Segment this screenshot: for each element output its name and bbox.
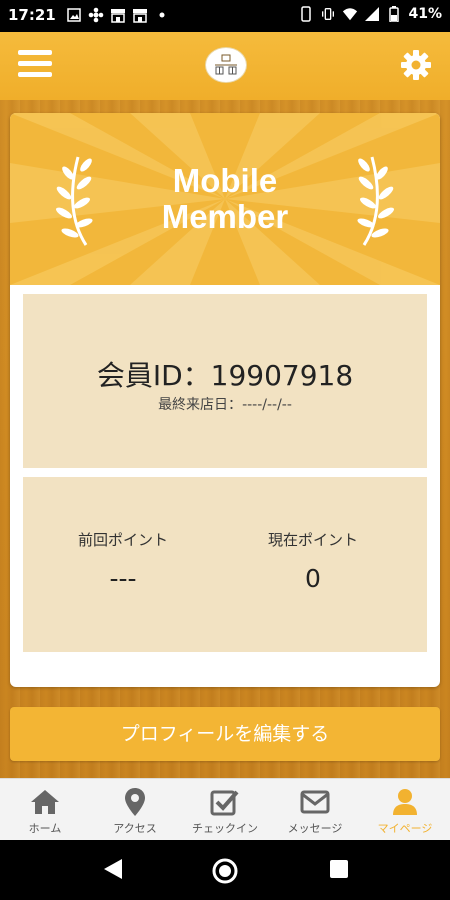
previous-points-label: 前回ポイント: [77, 531, 168, 549]
signal-icon: [364, 6, 380, 22]
current-points-label: 現在ポイント: [267, 531, 358, 549]
dot-icon: [154, 7, 170, 23]
current-points-value: 0: [305, 564, 321, 593]
member-id-panel: 会員ID：19907918 最終来店日：----/--/--: [23, 294, 427, 468]
battery-percent: 41%: [408, 6, 442, 22]
user-icon: [391, 787, 419, 817]
edit-profile-button[interactable]: プロフィールを編集する: [10, 707, 440, 761]
map-pin-icon: [124, 787, 146, 817]
points-panel: 前回ポイント --- 現在ポイント 0: [23, 477, 427, 652]
nav-label-checkin: チェックイン: [192, 822, 258, 835]
app-header: [0, 32, 450, 100]
member-id-row: 会員ID：19907918: [23, 354, 427, 394]
home-circle-icon[interactable]: [211, 857, 239, 889]
member-id-label: 会員ID：: [96, 359, 211, 392]
nav-item-checkin[interactable]: チェックイン: [180, 779, 270, 841]
current-points: 現在ポイント 0: [213, 529, 413, 593]
previous-points-value: ---: [109, 564, 137, 593]
gear-icon[interactable]: [400, 49, 432, 81]
hamburger-menu-icon[interactable]: [18, 50, 52, 80]
nav-label-access: アクセス: [113, 822, 157, 835]
last-visit-row: 最終来店日：----/--/--: [23, 394, 427, 414]
image-notification-icon: [66, 7, 82, 23]
nav-item-access[interactable]: アクセス: [90, 779, 180, 841]
envelope-icon: [300, 787, 330, 817]
notification-icons: [66, 7, 170, 23]
last-visit-value: ----/--/--: [242, 397, 292, 413]
rotate-icon: [298, 6, 314, 22]
previous-points: 前回ポイント ---: [23, 529, 223, 593]
system-status-icons: 41%: [298, 6, 442, 22]
store-notification-icon-2: [132, 7, 148, 23]
nav-item-message[interactable]: メッセージ: [270, 779, 360, 841]
flower-notification-icon: [88, 7, 104, 23]
vibrate-icon: [320, 6, 336, 22]
nav-item-mypage[interactable]: マイページ: [360, 779, 450, 841]
nav-label-message: メッセージ: [287, 822, 343, 835]
recent-apps-icon[interactable]: [328, 857, 350, 885]
status-bar: 17:21 41%: [0, 0, 450, 32]
bottom-navigation: ホーム アクセス チェックイン メッセージ マイページ: [0, 778, 450, 841]
member-card-banner: Mobile Member: [10, 113, 440, 285]
checkbox-icon: [210, 787, 240, 817]
system-navigation-bar: [0, 840, 450, 900]
restaurant-logo-icon[interactable]: [205, 47, 247, 83]
home-icon: [30, 787, 60, 817]
last-visit-label: 最終来店日：: [158, 397, 243, 413]
member-card: Mobile Member 会員ID：19907918 最終来店日：----/-…: [10, 113, 440, 687]
member-id-value: 19907918: [210, 359, 354, 392]
back-icon[interactable]: [102, 857, 124, 885]
laurel-right-icon: [357, 156, 394, 246]
nav-item-home[interactable]: ホーム: [0, 779, 90, 841]
nav-label-home: ホーム: [28, 822, 62, 835]
status-time: 17:21: [8, 6, 56, 24]
store-notification-icon: [110, 7, 126, 23]
battery-icon: [386, 6, 402, 22]
nav-label-mypage: マイページ: [377, 822, 433, 835]
wifi-icon: [342, 6, 358, 22]
